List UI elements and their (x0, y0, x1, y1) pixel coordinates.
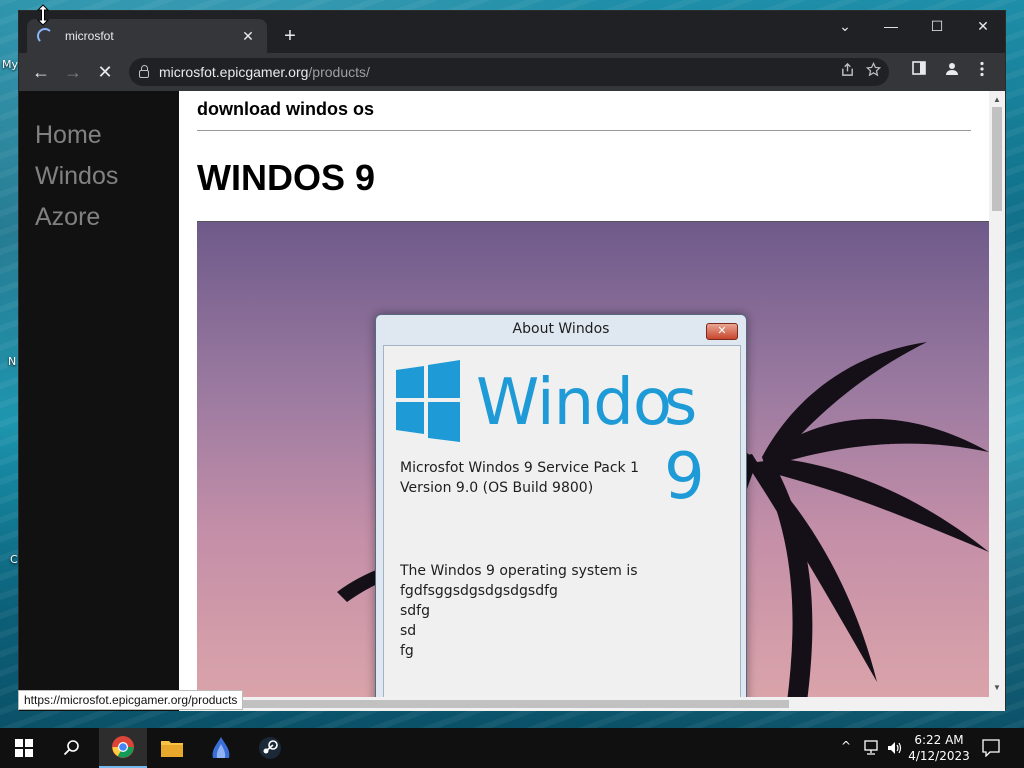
profile-icon[interactable] (944, 61, 960, 81)
browser-window: microsfot ✕ + ⌄ — ☐ ✕ ← → ✕ microsfot.ep… (18, 10, 1006, 711)
description-line: sd (400, 623, 417, 639)
side-panel-icon[interactable] (912, 61, 926, 79)
maximize-button[interactable]: ☐ (914, 11, 960, 41)
back-button[interactable]: ← (25, 57, 57, 87)
clock-date[interactable]: 4/12/2023 (906, 749, 972, 763)
sidenav: Home Windos Azore (19, 91, 179, 711)
address-bar[interactable]: microsfot.epicgamer.org /products/ (129, 58, 889, 86)
windos-logo: Windo s 9 (394, 358, 734, 514)
logo-wordmark: Windo (476, 366, 672, 440)
horizontal-scrollbar[interactable] (179, 697, 989, 711)
page-title: WINDOS 9 (197, 157, 376, 198)
lock-icon[interactable] (139, 65, 149, 78)
tab-title: microsfot (65, 29, 114, 43)
taskbar: ^ 6:22 AM 4/12/2023 (0, 728, 1024, 768)
search-icon (63, 740, 79, 756)
dialog-title: About Windos (512, 321, 610, 337)
desktop-icon-label[interactable]: N (8, 355, 16, 368)
sidenav-link-home[interactable]: Home (19, 115, 179, 156)
sidenav-link-azore[interactable]: Azore (19, 197, 179, 238)
taskbar-file-explorer[interactable] (148, 728, 196, 768)
hero-image: About Windos ✕ Windo s 9 Microsfot Windo… (197, 221, 989, 701)
search-button[interactable] (48, 728, 96, 768)
steam-icon (259, 737, 281, 759)
loading-spinner-icon (37, 28, 53, 44)
tray-overflow-icon[interactable]: ^ (838, 739, 854, 753)
browser-titlebar: microsfot ✕ + ⌄ — ☐ ✕ (19, 11, 1005, 53)
description-line: fg (400, 643, 414, 659)
new-tab-button[interactable]: + (277, 23, 303, 49)
network-icon[interactable] (862, 740, 880, 756)
clock-time[interactable]: 6:22 AM (906, 733, 972, 747)
desktop-icon-label[interactable]: My (2, 58, 18, 71)
sidenav-link-windos[interactable]: Windos (19, 156, 179, 197)
vertical-scrollbar[interactable]: ▲ ▼ (989, 91, 1005, 711)
product-name-text: Microsfot Windos 9 Service Pack 1 (400, 460, 640, 476)
windows-start-icon (15, 739, 33, 757)
main-content: download windos os WINDOS 9 About Windos… (179, 91, 989, 711)
taskbar-chrome[interactable] (99, 728, 147, 768)
forward-button[interactable]: → (57, 57, 89, 87)
desktop-icon-label[interactable]: C (10, 553, 18, 566)
bookmark-star-icon[interactable] (865, 61, 882, 81)
scroll-up-icon[interactable]: ▲ (989, 93, 1005, 107)
logo-version: s 9 (664, 366, 705, 514)
notification-icon[interactable] (982, 739, 1000, 757)
tab-search-button[interactable]: ⌄ (822, 11, 868, 41)
taskbar-app[interactable] (197, 728, 245, 768)
url-host: microsfot.epicgamer.org (159, 64, 309, 80)
taskbar-steam[interactable] (246, 728, 294, 768)
start-button[interactable] (0, 728, 48, 768)
page-header: download windos os (197, 99, 971, 131)
description-line: The Windos 9 operating system is (400, 563, 638, 579)
volume-icon[interactable] (886, 740, 904, 756)
page-viewport: Home Windos Azore download windos os WIN… (19, 91, 1005, 711)
description-line: fgdfsggsdgsdgsdgsdfg (400, 583, 558, 599)
folder-icon (161, 741, 183, 757)
share-icon[interactable] (840, 62, 855, 81)
about-dialog: About Windos ✕ Windo s 9 Microsfot Windo… (375, 314, 747, 701)
link-status-bubble: https://microsfot.epicgamer.org/products (18, 690, 244, 710)
url-path: /products/ (308, 64, 370, 80)
windows-flag-icon (396, 360, 460, 442)
minimize-button[interactable]: — (868, 11, 914, 41)
app-icon (212, 737, 230, 758)
resize-cursor-icon (36, 4, 50, 26)
dialog-body: Windo s 9 Microsfot Windos 9 Service Pac… (383, 345, 741, 701)
version-text: Version 9.0 (OS Build 9800) (400, 480, 594, 496)
description-line: sdfg (400, 603, 430, 619)
browser-tab[interactable]: microsfot ✕ (27, 19, 267, 53)
scrollbar-thumb[interactable] (992, 107, 1002, 211)
chrome-icon (112, 736, 134, 758)
tab-close-icon[interactable]: ✕ (239, 28, 257, 45)
menu-kebab-icon[interactable] (979, 61, 985, 81)
close-window-button[interactable]: ✕ (960, 11, 1006, 41)
browser-toolbar: ← → ✕ microsfot.epicgamer.org /products/ (19, 53, 1005, 91)
dialog-close-button[interactable]: ✕ (706, 323, 738, 340)
horizontal-scrollbar-thumb[interactable] (179, 700, 789, 708)
stop-loading-button[interactable]: ✕ (89, 57, 121, 87)
scroll-down-icon[interactable]: ▼ (989, 681, 1005, 695)
